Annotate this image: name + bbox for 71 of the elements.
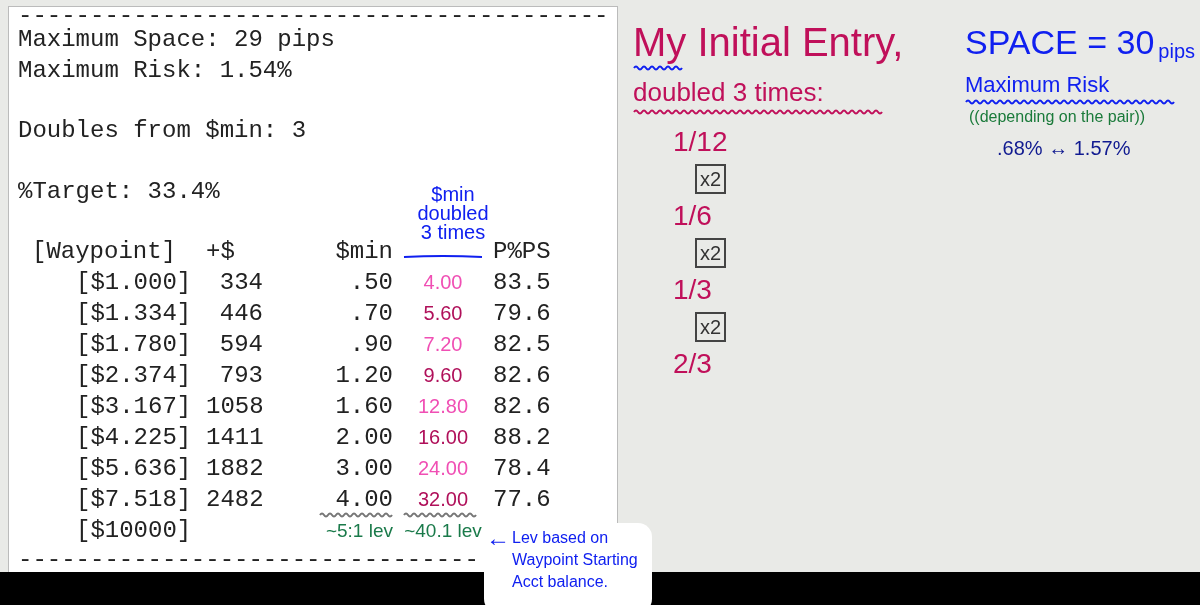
separator-line: -------------------------------- — [18, 548, 479, 572]
handwritten-subtitle: doubled 3 times: — [633, 76, 824, 108]
fraction-note: 1/12 — [673, 126, 728, 158]
table-cell: [$4.225] — [76, 424, 192, 451]
table-cell: 78.4 — [493, 455, 551, 482]
table-cell: 88.2 — [493, 424, 551, 451]
table-cell: 594 — [219, 331, 263, 358]
table-cell: 2482 — [206, 486, 264, 513]
table-cell-text: 1.20 — [335, 361, 393, 391]
table-cell-text: .90 — [349, 330, 393, 360]
arrow-icon: ← — [486, 527, 510, 549]
table-cell: 83.5 — [493, 269, 551, 296]
table-cell-text: 4.00 — [335, 485, 393, 515]
column-header: $min — [335, 238, 393, 265]
handwritten-subtitle: Maximum Risk — [965, 72, 1110, 98]
handwritten-unit: pips — [1158, 39, 1195, 64]
table-cell: [$7.518] — [76, 486, 192, 513]
handwritten-value: 32.00 — [417, 487, 469, 512]
console-line: Doubles from $min: 3 — [18, 116, 307, 147]
separator-line: ----------------------------------------- — [18, 7, 609, 25]
column-header: P%PS — [493, 238, 551, 265]
handwritten-value: 5.60 — [423, 301, 463, 326]
table-cell-text: 3.00 — [335, 454, 393, 484]
handwritten-title: My Initial Entry, — [633, 20, 904, 64]
leverage-note: ~5:1 lev — [325, 519, 393, 543]
table-cell: 446 — [219, 300, 263, 327]
fraction-note: 1/6 — [673, 200, 712, 232]
table-cell: 77.6 — [493, 486, 551, 513]
table-cell: [$2.374] — [76, 362, 192, 389]
fraction-note: 1/3 — [673, 274, 712, 306]
handwritten-value: 4.00 — [423, 270, 463, 295]
multiplier-box: x2 — [695, 164, 727, 194]
table-cell: [$5.636] — [76, 455, 192, 482]
table-cell-text: 1.60 — [335, 392, 393, 422]
squiggle-underline — [633, 64, 683, 72]
handwritten-value: 12.80 — [417, 394, 469, 419]
multiplier-box: x2 — [695, 312, 727, 342]
handwritten-header: $min doubled 3 times — [416, 185, 490, 242]
table-cell: 1411 — [206, 424, 264, 451]
handwritten-value: 9.60 — [423, 363, 463, 388]
table-cell: 793 — [219, 362, 263, 389]
table-cell: [$10000] — [76, 517, 192, 544]
multiplier-box: x2 — [695, 238, 727, 268]
table-cell: 1058 — [206, 393, 264, 420]
table-cell: 1882 — [206, 455, 264, 482]
table-cell: 82.6 — [493, 362, 551, 389]
table-cell: [$3.167] — [76, 393, 192, 420]
handwritten-note: .68% ↔ 1.57% — [997, 136, 1131, 160]
table-cell: [$1.780] — [76, 331, 192, 358]
handwritten-title: SPACE = 30 — [965, 22, 1155, 63]
handwritten-value: 24.00 — [417, 456, 469, 481]
handwritten-note: ((depending on the pair)) — [968, 107, 1146, 127]
console-line: Maximum Risk: 1.54% — [18, 56, 292, 87]
column-header: [Waypoint] — [32, 238, 177, 265]
table-cell: 82.5 — [493, 331, 551, 358]
callout-note: Lev based on Waypoint Starting Acct balance. — [512, 528, 639, 592]
fraction-note: 2/3 — [673, 348, 712, 380]
table-cell: 82.6 — [493, 393, 551, 420]
handwritten-value: 16.00 — [417, 425, 469, 450]
table-cell-text: .70 — [349, 299, 393, 329]
handwritten-value: 7.20 — [423, 332, 463, 357]
console-line: %Target: 33.4% — [18, 176, 220, 207]
table-cell: 334 — [219, 269, 263, 296]
table-cell-text: .50 — [349, 268, 393, 298]
leverage-note: ~40.1 lev — [404, 519, 482, 543]
table-cell: 79.6 — [493, 300, 551, 327]
console-line: Maximum Space: 29 pips — [18, 25, 335, 56]
table-cell: [$1.000] — [76, 269, 192, 296]
column-header: +$ — [206, 238, 235, 265]
table-cell-text: 2.00 — [335, 423, 393, 453]
table-cell: [$1.334] — [76, 300, 192, 327]
